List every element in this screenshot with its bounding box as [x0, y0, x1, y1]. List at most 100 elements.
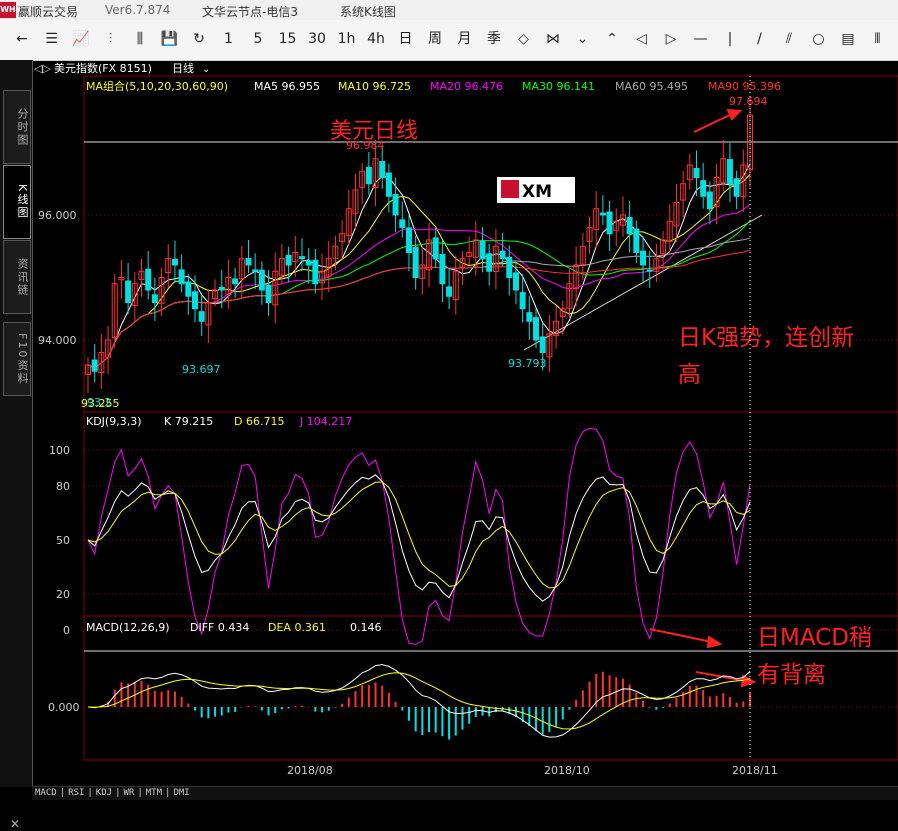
- candle-body: [379, 161, 386, 179]
- kdj-k-line: [87, 474, 751, 602]
- server-node: 文华云节点-电信3: [202, 5, 298, 19]
- toolbar-button-23[interactable]: —: [689, 28, 713, 50]
- candle-body: [446, 286, 453, 297]
- low-label-b: 93.793: [508, 357, 547, 370]
- toolbar-button-9[interactable]: 15: [276, 28, 300, 50]
- candle-body: [91, 359, 98, 372]
- chevron-down-icon[interactable]: ⌄: [202, 64, 210, 75]
- toolbar-button-24[interactable]: |: [718, 28, 742, 50]
- toolbar-button-5[interactable]: 💾: [158, 28, 182, 50]
- x-tick-aug: 2018/08: [287, 764, 333, 777]
- tab-intraday[interactable]: 分时图: [3, 90, 31, 164]
- toolbar-button-25[interactable]: /: [748, 28, 772, 50]
- toolbar-button-12[interactable]: 4h: [364, 28, 388, 50]
- ma30-value: MA30 96.141: [522, 80, 595, 93]
- candle-body: [512, 272, 519, 291]
- main-panel-frame: [83, 75, 898, 413]
- ma20-value: MA20 96.476: [430, 80, 503, 93]
- candle-body: [640, 250, 647, 266]
- tab-news[interactable]: 资讯链: [3, 240, 31, 314]
- ma10-value: MA10 96.725: [338, 80, 411, 93]
- tab-f10[interactable]: F10资料: [3, 322, 31, 396]
- nav-arrows-icon[interactable]: ◁▷: [34, 62, 51, 75]
- toolbar-button-15[interactable]: 月: [453, 28, 477, 50]
- toolbar-button-17[interactable]: ◇: [512, 28, 536, 50]
- toolbar-button-26[interactable]: ⫽: [777, 28, 801, 50]
- macd-diff-value: DIFF 0.434: [190, 621, 249, 634]
- toolbar-button-13[interactable]: 日: [394, 28, 418, 50]
- toolbar-button-10[interactable]: 30: [305, 28, 329, 50]
- toolbar-button-29[interactable]: ⦀: [866, 28, 890, 50]
- toolbar-button-19[interactable]: ⌄: [571, 28, 595, 50]
- toolbar-button-28[interactable]: ▤: [836, 28, 860, 50]
- kdj-d-value: D 66.715: [234, 415, 284, 428]
- candle-body: [405, 227, 412, 254]
- app-logo: WH: [0, 2, 16, 18]
- toolbar-button-22[interactable]: ▷: [659, 28, 683, 50]
- candle-body: [298, 256, 305, 260]
- low-label-a: 93.697: [182, 363, 221, 376]
- macd-lines: [87, 664, 751, 738]
- macd-name[interactable]: MACD(12,26,9): [86, 621, 170, 634]
- candle-body: [539, 336, 546, 353]
- candle-body: [439, 254, 446, 285]
- candle-body: [486, 253, 493, 272]
- toolbar-button-2[interactable]: 📈: [69, 28, 93, 50]
- candle-body: [258, 269, 265, 291]
- app-name: 赢顺云交易: [18, 5, 79, 19]
- low-label-first-b: 93.2: [87, 396, 112, 409]
- toolbar-button-4[interactable]: ⫼: [128, 28, 152, 50]
- toolbar-button-6[interactable]: ↻: [187, 28, 211, 50]
- toolbar-button-14[interactable]: 周: [423, 28, 447, 50]
- ma90-line: [87, 249, 751, 369]
- tab-macd[interactable]: MACD: [32, 787, 60, 800]
- tab-kline[interactable]: K线图: [3, 165, 31, 239]
- toolbar-button-7[interactable]: 1: [217, 28, 241, 50]
- kdj-legend: KDJ(9,3,3) K 79.215 D 66.715 J 104.217: [86, 415, 352, 428]
- annotation-macd-2: 有背离: [757, 662, 826, 688]
- title-bar: WH 赢顺云交易 Ver6.7.874 文华云节点-电信3 系统K线图: [0, 0, 898, 20]
- symbol-name: 美元指数(FX 8151): [54, 61, 152, 75]
- toolbar-button-0[interactable]: ←: [10, 28, 34, 50]
- candle-body: [265, 284, 272, 303]
- ma-group-label[interactable]: MA组合(5,10,20,30,60,90): [86, 79, 228, 93]
- ma5-value: MA5 96.955: [254, 80, 320, 93]
- candle-body: [171, 258, 178, 266]
- price-tick-96: 96.000: [38, 209, 77, 222]
- toolbar-button-3[interactable]: ⫶: [99, 28, 123, 50]
- candle-body: [252, 269, 259, 272]
- tab-dmi[interactable]: DMI: [170, 787, 192, 800]
- toolbar-button-16[interactable]: 季: [482, 28, 506, 50]
- macd-tick-zero: 0.000: [48, 701, 80, 714]
- period-select[interactable]: 日线: [172, 61, 194, 75]
- tab-mtm[interactable]: MTM: [143, 787, 165, 800]
- toolbar-button-1[interactable]: ☰: [40, 28, 64, 50]
- toolbar-button-27[interactable]: ○: [807, 28, 831, 50]
- candle-body: [626, 217, 633, 235]
- candle-body: [412, 247, 419, 278]
- annotation-k-2: 高: [678, 362, 701, 388]
- tab-kdj[interactable]: KDJ: [93, 787, 115, 800]
- ma-legend: MA组合(5,10,20,30,60,90) MA5 96.955 MA10 9…: [86, 79, 781, 93]
- tab-rsi[interactable]: RSI: [65, 787, 87, 800]
- kdj-j-value: J 104.217: [299, 415, 352, 428]
- tab-wr[interactable]: WR: [120, 787, 137, 800]
- candle-body: [633, 228, 640, 253]
- toolbar-button-21[interactable]: ◁: [630, 28, 654, 50]
- kline-chart[interactable]: ◁▷ 美元指数(FX 8151) 日线 ⌄ MA组合(5,10,20,30,60…: [32, 60, 898, 786]
- candle-body: [305, 260, 312, 266]
- toolbar-button-8[interactable]: 5: [246, 28, 270, 50]
- macd-histogram: [93, 671, 751, 740]
- candle-body: [700, 180, 707, 197]
- kdj-name[interactable]: KDJ(9,3,3): [86, 415, 142, 428]
- close-icon[interactable]: ✕: [10, 817, 20, 831]
- candle-body: [385, 172, 392, 197]
- price-tick-94: 94.000: [38, 334, 77, 347]
- toolbar-button-20[interactable]: ⌃: [600, 28, 624, 50]
- candle-body: [285, 254, 292, 266]
- candle-body: [519, 292, 526, 310]
- toolbar-button-18[interactable]: ⋈: [541, 28, 565, 50]
- kdj-j-line: [87, 427, 751, 645]
- toolbar-button-11[interactable]: 1h: [335, 28, 359, 50]
- candle-body: [198, 311, 205, 322]
